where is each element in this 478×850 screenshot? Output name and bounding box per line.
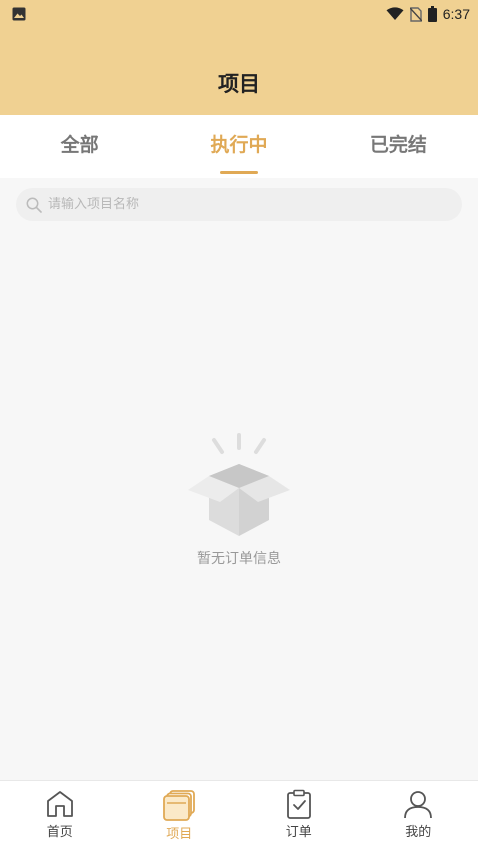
empty-state: 暂无订单信息 [0,432,478,568]
app-header: 6:37 项目 [0,0,478,115]
nav-mine[interactable]: 我的 [359,781,478,850]
nav-orders-label: 订单 [285,825,312,840]
nav-home-label: 首页 [46,825,73,840]
status-icons: 6:37 [386,3,470,25]
battery-icon [427,6,437,22]
home-icon [46,791,73,817]
image-notification-icon [12,6,26,21]
nav-project-label: 项目 [166,827,193,842]
empty-box-icon [188,433,290,536]
nav-orders[interactable]: 订单 [239,781,359,850]
nav-mine-label: 我的 [405,825,432,840]
project-icon [163,790,196,821]
empty-message: 暂无订单信息 [197,551,281,567]
page-title: 项目 [218,72,260,96]
nav-project[interactable]: 项目 [120,781,240,850]
wifi-icon [386,7,404,20]
search-input[interactable] [48,197,438,212]
tab-in-progress[interactable]: 执行中 [159,115,318,178]
clipboard-check-icon [286,789,311,819]
search-bar[interactable] [16,188,462,221]
status-time: 6:37 [442,6,470,22]
bottom-nav: 首页 项目 订单 我的 [0,780,478,850]
user-icon [404,791,433,819]
tab-completed[interactable]: 已完结 [319,115,478,178]
status-bar: 6:37 [0,0,478,28]
tab-bar: 全部 执行中 已完结 [0,115,478,178]
tab-all[interactable]: 全部 [0,115,159,178]
no-sim-icon [409,6,422,22]
nav-home[interactable]: 首页 [0,781,120,850]
search-icon [26,197,42,213]
